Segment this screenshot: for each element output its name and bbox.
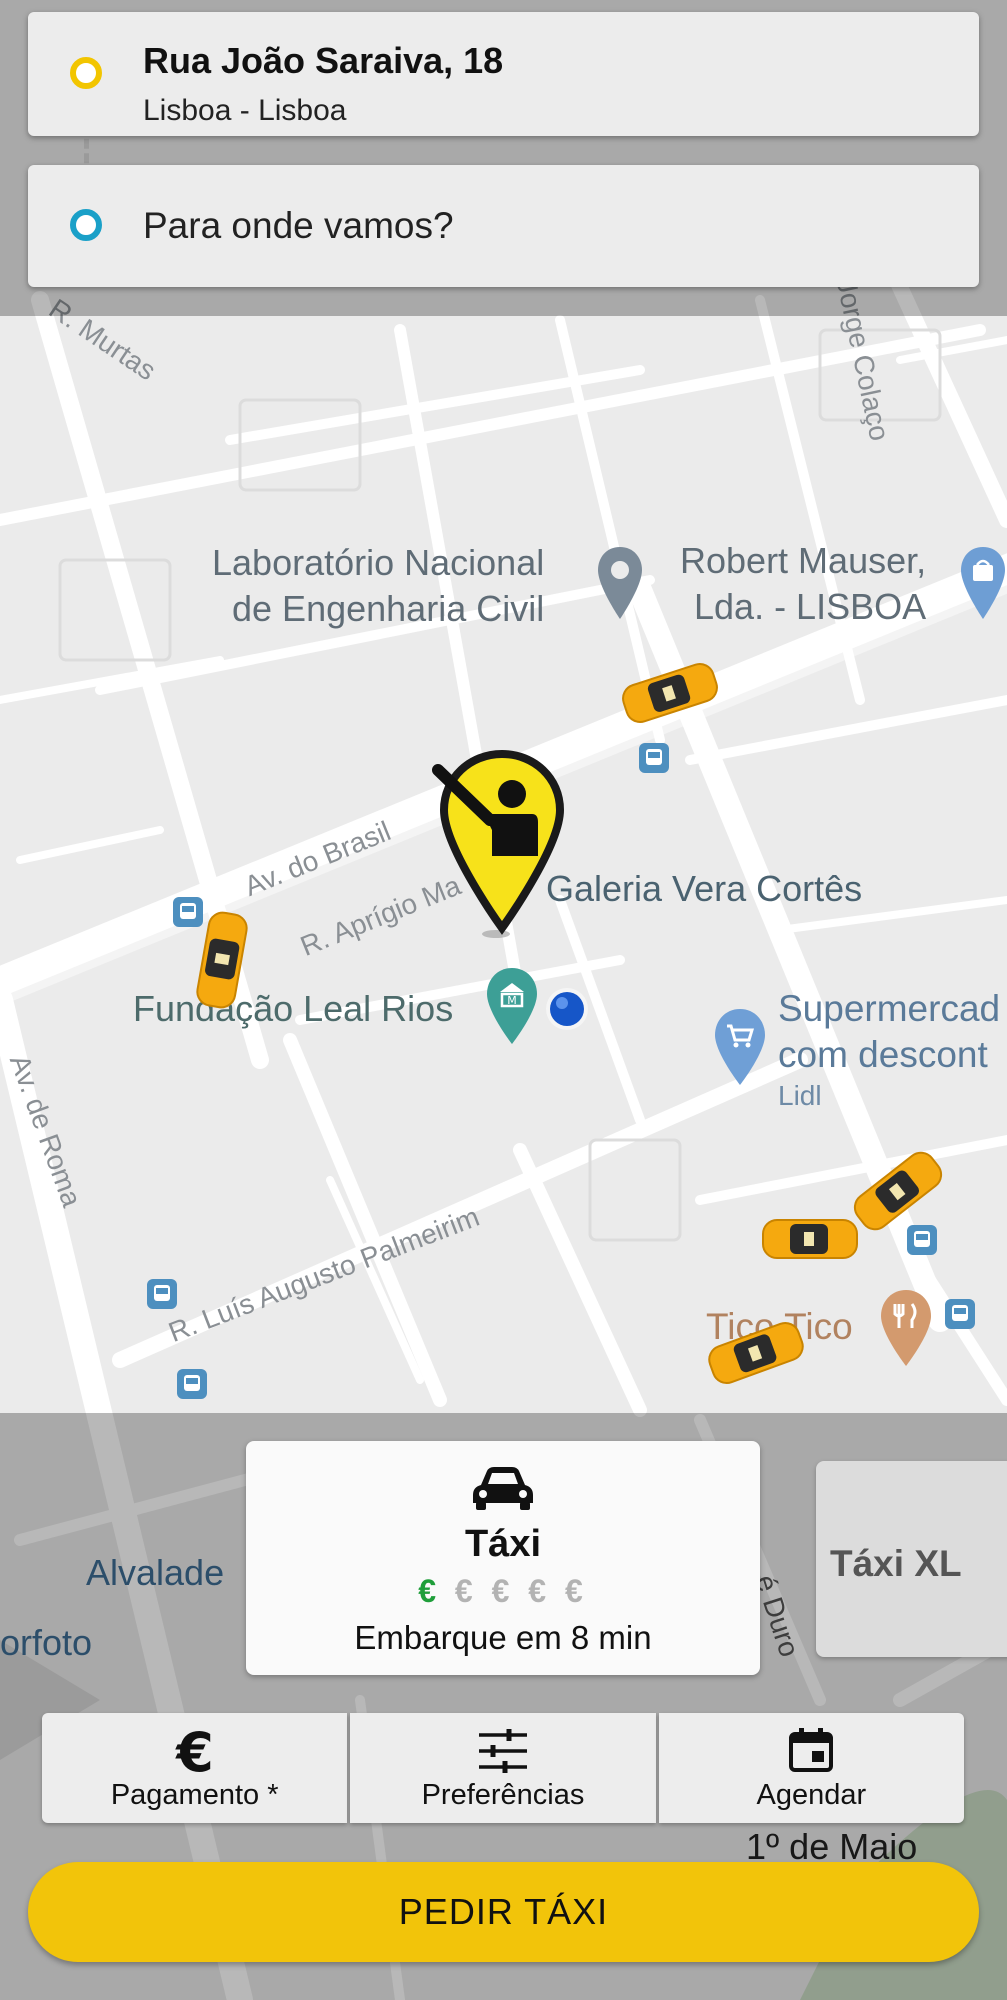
bus-stop-icon [173, 897, 203, 927]
car-icon [473, 1467, 533, 1510]
preferences-button[interactable]: Preferências [350, 1713, 656, 1823]
svg-text:M: M [507, 994, 517, 1007]
poi-robert-mauser[interactable]: Robert Mauser, Lda. - LISBOA [680, 538, 926, 630]
poi-lnec[interactable]: Laboratório Nacional de Engenharia Civil [212, 540, 544, 632]
cart-pin-icon [715, 1009, 765, 1085]
restaurant-pin-icon [881, 1290, 931, 1366]
price-active: € [418, 1573, 442, 1609]
schedule-button[interactable]: Agendar [658, 1713, 964, 1823]
origin-marker-icon [70, 57, 102, 89]
destination-marker-icon [70, 209, 102, 241]
schedule-label: Agendar [756, 1779, 867, 1811]
sliders-icon [478, 1729, 527, 1773]
payment-button[interactable]: € Pagamento * [42, 1713, 348, 1823]
bus-stop-icon [147, 1279, 177, 1309]
calendar-icon [789, 1728, 834, 1772]
destination-input[interactable]: Para onde vamos? [28, 165, 979, 287]
pickup-location-pin-icon[interactable] [420, 748, 570, 938]
service-name-xl: Táxi XL [830, 1543, 962, 1584]
euro-icon: € [175, 1725, 214, 1777]
map-pin-icon [598, 547, 642, 619]
museum-pin-icon: M [487, 968, 537, 1044]
price-level: € € € € € [246, 1573, 760, 1610]
svg-text:€: € [175, 1725, 214, 1777]
service-name: Táxi [464, 1523, 542, 1565]
bus-stop-icon [177, 1369, 207, 1399]
poi-galeria-vera-cortes[interactable]: Galeria Vera Cortês [546, 868, 862, 910]
origin-address-card[interactable]: Rua João Saraiva, 18 Lisboa - Lisboa [28, 12, 979, 136]
service-option-taxi[interactable]: Táxi € € € € € Embarque em 8 min [246, 1441, 760, 1675]
taxi-car-icon [762, 1219, 858, 1259]
request-taxi-button[interactable]: PEDIR TÁXI [28, 1862, 979, 1962]
pickup-eta: Embarque em 8 min [354, 1619, 652, 1656]
current-location-dot [546, 988, 588, 1030]
price-inactive: € € € € [454, 1573, 588, 1609]
service-option-taxi-xl[interactable]: Táxi XL [816, 1461, 1007, 1657]
preferences-label: Preferências [421, 1779, 585, 1811]
origin-city: Lisboa - Lisboa [143, 94, 347, 127]
bus-stop-icon [639, 743, 669, 773]
destination-placeholder: Para onde vamos? [143, 205, 454, 246]
bus-stop-icon [945, 1299, 975, 1329]
payment-label: Pagamento * [110, 1779, 279, 1811]
poi-supermercado-lidl[interactable]: Supermercad com descont Lidl [778, 986, 1000, 1114]
shopping-bag-pin-icon [961, 547, 1005, 619]
bus-stop-icon [907, 1225, 937, 1255]
options-bar: € Pagamento * Preferências Agendar [42, 1713, 964, 1823]
origin-street: Rua João Saraiva, 18 [143, 40, 504, 81]
poi-fundacao-leal-rios[interactable]: Fundação Leal Rios [133, 988, 453, 1030]
